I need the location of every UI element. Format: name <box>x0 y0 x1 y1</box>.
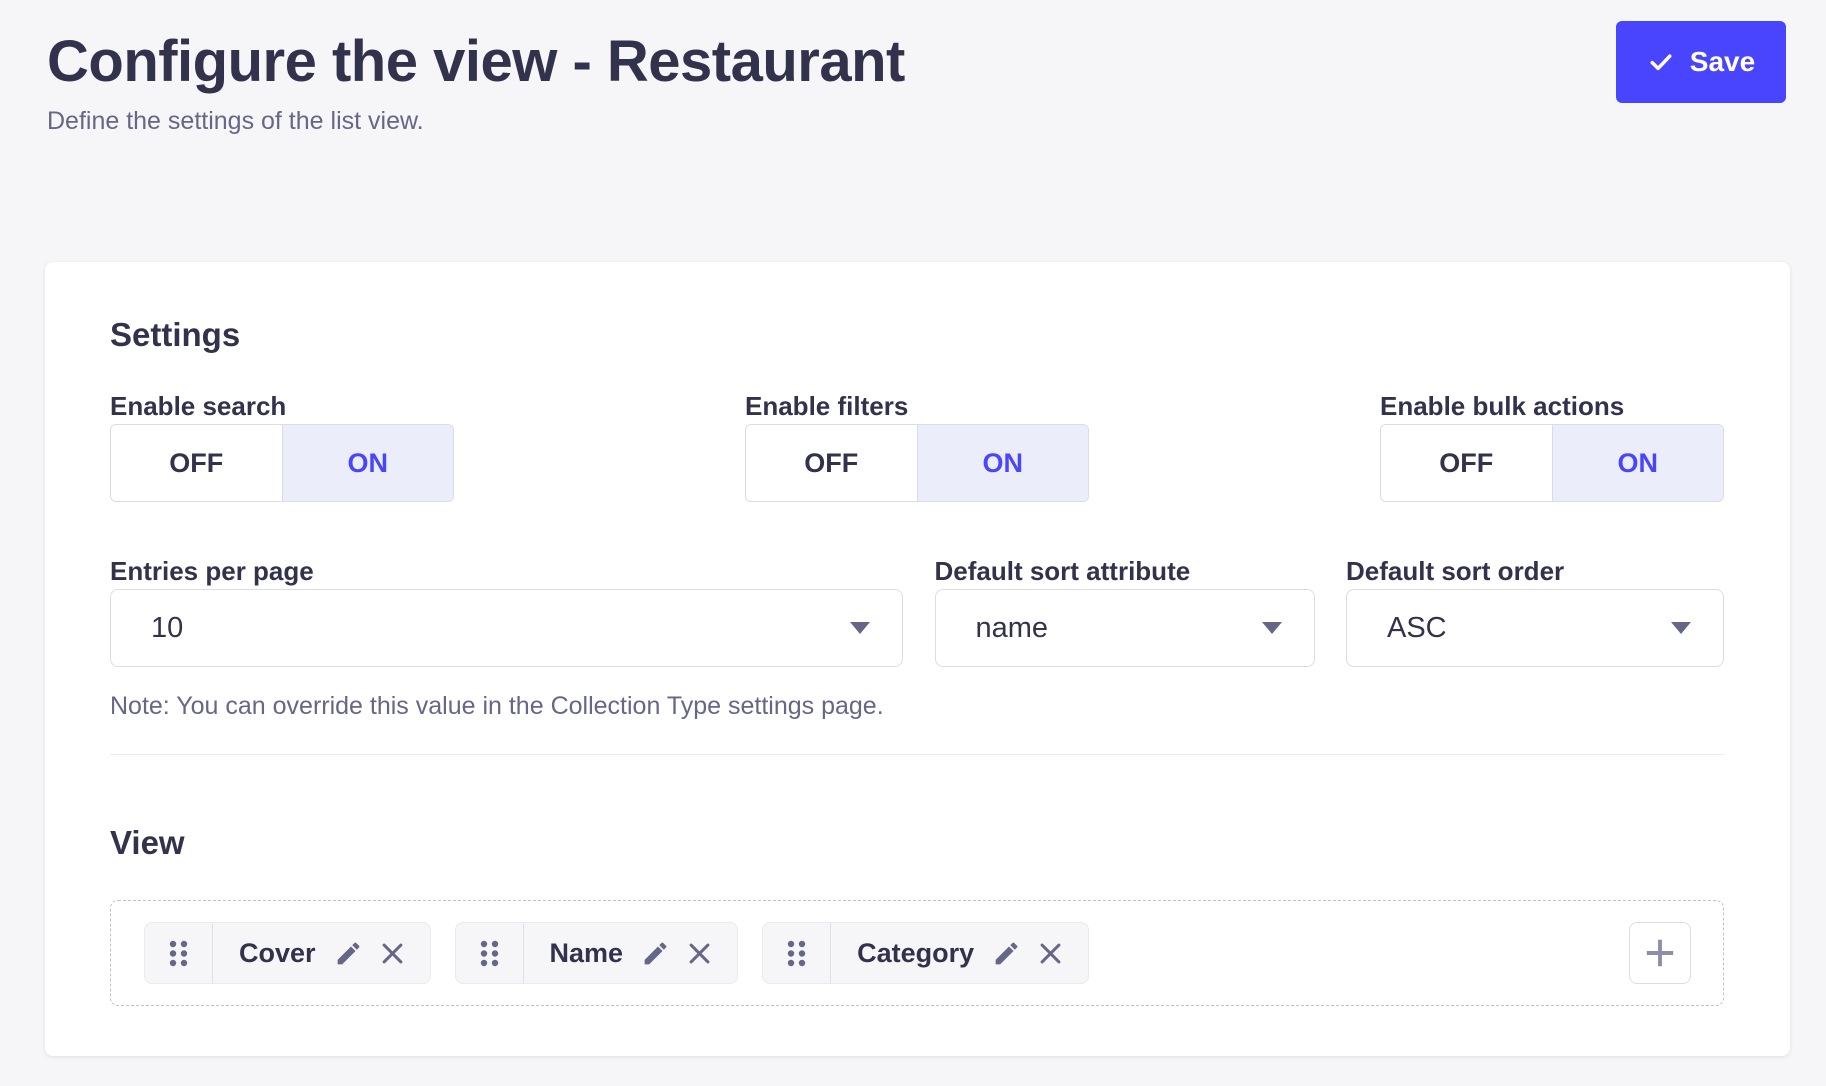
default-sort-order-select[interactable]: ASC <box>1346 589 1724 667</box>
enable-filters-toggle[interactable]: OFF ON <box>745 424 1089 502</box>
drag-handle[interactable] <box>763 923 831 983</box>
enable-bulk-actions-group: Enable bulk actions OFF ON <box>1380 390 1724 502</box>
default-sort-attribute-select[interactable]: name <box>935 589 1315 667</box>
enable-search-off-option[interactable]: OFF <box>111 425 282 501</box>
check-icon <box>1647 48 1675 76</box>
toggles-row: Enable search OFF ON Enable filters OFF … <box>110 390 1724 502</box>
settings-card: Settings Enable search OFF ON Enable fil… <box>45 262 1790 1056</box>
enable-bulk-actions-off-option[interactable]: OFF <box>1381 425 1552 501</box>
field-chip-cover[interactable]: Cover <box>144 922 431 984</box>
edit-field-button[interactable] <box>334 939 363 968</box>
drag-handle-icon <box>478 938 501 969</box>
enable-filters-on-option[interactable]: ON <box>917 425 1089 501</box>
default-sort-order-label: Default sort order <box>1346 555 1724 587</box>
field-chip-label: Category <box>857 938 974 969</box>
section-divider <box>110 754 1724 755</box>
drag-handle[interactable] <box>145 923 213 983</box>
pencil-icon <box>641 939 670 968</box>
entries-per-page-label: Entries per page <box>110 555 903 587</box>
edit-field-button[interactable] <box>992 939 1021 968</box>
drag-handle[interactable] <box>456 923 524 983</box>
entries-per-page-group: Entries per page 10 <box>110 555 903 667</box>
settings-section-heading: Settings <box>110 317 1724 352</box>
page-subtitle: Define the settings of the list view. <box>47 107 1786 136</box>
page-header: Configure the view - Restaurant Define t… <box>0 0 1826 136</box>
view-section-heading: View <box>110 825 1724 860</box>
caret-down-icon <box>850 622 870 634</box>
enable-bulk-actions-on-option[interactable]: ON <box>1552 425 1724 501</box>
enable-search-toggle[interactable]: OFF ON <box>110 424 454 502</box>
remove-field-button[interactable] <box>1035 938 1066 969</box>
field-chip-category[interactable]: Category <box>762 922 1089 984</box>
close-icon <box>377 938 408 969</box>
drag-handle-icon <box>167 938 190 969</box>
page-title: Configure the view - Restaurant <box>47 30 1786 95</box>
edit-field-button[interactable] <box>641 939 670 968</box>
enable-bulk-actions-label: Enable bulk actions <box>1380 390 1724 422</box>
enable-filters-group: Enable filters OFF ON <box>745 390 1089 502</box>
pencil-icon <box>334 939 363 968</box>
field-chip-name[interactable]: Name <box>455 922 739 984</box>
save-button[interactable]: Save <box>1616 21 1786 103</box>
enable-search-group: Enable search OFF ON <box>110 390 454 502</box>
caret-down-icon <box>1262 622 1282 634</box>
close-icon <box>1035 938 1066 969</box>
default-sort-attribute-label: Default sort attribute <box>935 555 1315 587</box>
enable-filters-off-option[interactable]: OFF <box>746 425 917 501</box>
enable-search-label: Enable search <box>110 390 454 422</box>
remove-field-button[interactable] <box>377 938 408 969</box>
default-sort-order-value: ASC <box>1387 612 1447 645</box>
plus-icon <box>1642 935 1678 971</box>
default-sort-order-group: Default sort order ASC <box>1346 555 1724 667</box>
caret-down-icon <box>1671 622 1691 634</box>
pencil-icon <box>992 939 1021 968</box>
field-chip-label: Name <box>550 938 624 969</box>
drag-handle-icon <box>785 938 808 969</box>
add-field-button[interactable] <box>1629 922 1691 984</box>
enable-filters-label: Enable filters <box>745 390 1089 422</box>
enable-search-on-option[interactable]: ON <box>282 425 454 501</box>
entries-per-page-note: Note: You can override this value in the… <box>110 693 1724 719</box>
selects-row: Entries per page 10 Default sort attribu… <box>110 555 1724 667</box>
remove-field-button[interactable] <box>684 938 715 969</box>
save-button-label: Save <box>1690 46 1755 78</box>
enable-bulk-actions-toggle[interactable]: OFF ON <box>1380 424 1724 502</box>
view-fields-dropzone: Cover <box>110 900 1724 1006</box>
field-chip-label: Cover <box>239 938 316 969</box>
default-sort-attribute-value: name <box>976 612 1049 645</box>
entries-per-page-value: 10 <box>151 612 183 645</box>
entries-per-page-select[interactable]: 10 <box>110 589 903 667</box>
default-sort-attribute-group: Default sort attribute name <box>935 555 1315 667</box>
close-icon <box>684 938 715 969</box>
